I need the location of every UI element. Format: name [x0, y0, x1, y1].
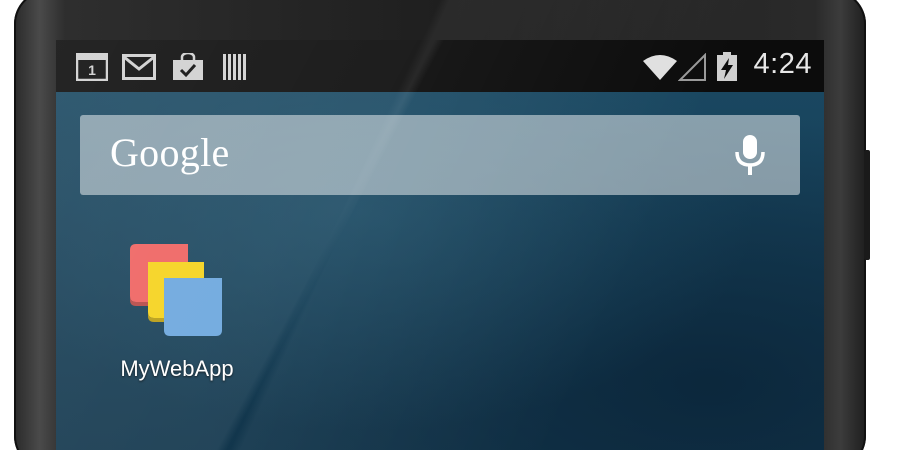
wifi-icon: [642, 53, 678, 81]
mic-icon[interactable]: [728, 133, 772, 177]
calendar-icon: 1: [76, 53, 108, 81]
play-store-icon: [172, 53, 204, 81]
barcode-icon: [222, 53, 248, 81]
mywebapp-icon[interactable]: [130, 244, 222, 336]
home-screen: 1 4:24 Google MyWebApp: [56, 40, 824, 450]
battery-charging-icon: [716, 52, 738, 81]
gmail-icon: [122, 53, 156, 81]
status-clock: 4:24: [753, 48, 812, 80]
google-logo[interactable]: Google: [110, 129, 230, 176]
status-bar: 1 4:24: [56, 40, 824, 92]
phone-mockup: 1 4:24 Google MyWebApp: [0, 0, 900, 450]
google-search-bar[interactable]: Google: [80, 115, 800, 195]
side-button: [864, 150, 870, 260]
app-label-mywebapp: MyWebApp: [120, 356, 234, 381]
app-shortcut-mywebapp[interactable]: MyWebApp: [112, 238, 242, 398]
signal-icon: [678, 53, 706, 81]
calendar-day: 1: [88, 62, 96, 78]
